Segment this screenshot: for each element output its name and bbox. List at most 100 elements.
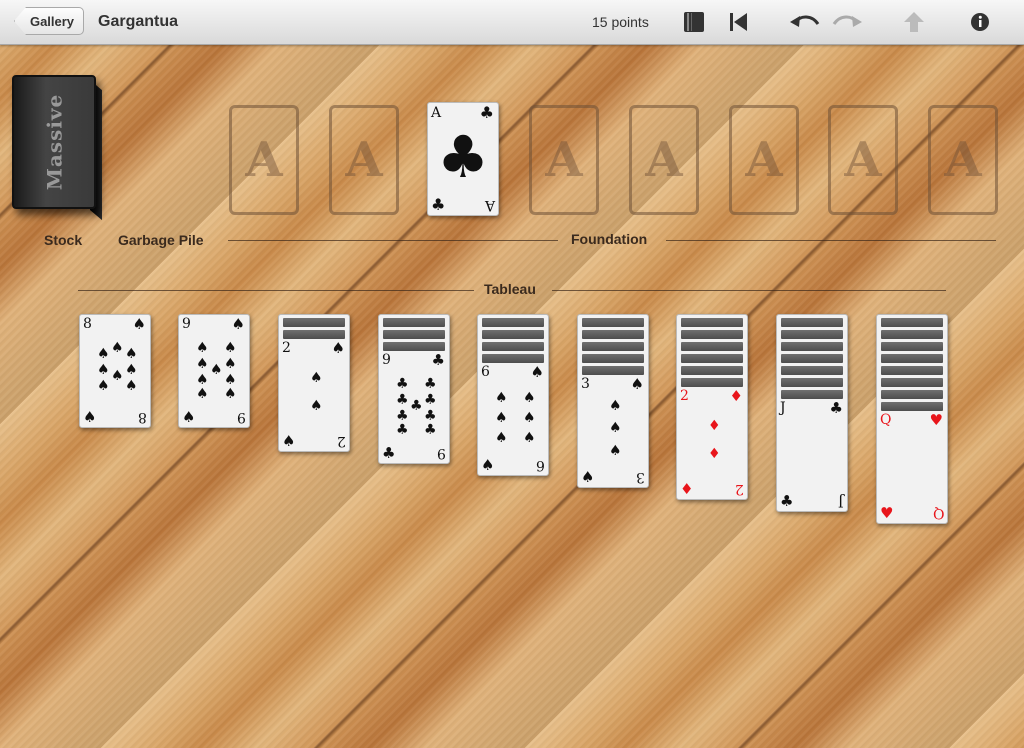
- tableau-card[interactable]: 3 ♠ ♠ 3 ♠ ♠ ♠: [577, 314, 649, 488]
- tableau-card[interactable]: 2 ♠ ♠ 2 ♠ ♠: [278, 314, 350, 452]
- up-arrow-icon[interactable]: [902, 10, 926, 34]
- card-suit: ♣: [431, 351, 445, 369]
- card-pip: ♠: [609, 398, 622, 414]
- foundation-slot[interactable]: A: [928, 105, 998, 215]
- tableau-card[interactable]: 2 ♦ ♦ 2 ♦ ♦: [676, 314, 748, 500]
- card-pip: ♦: [708, 418, 721, 434]
- undo-icon[interactable]: [788, 10, 820, 34]
- card-suit: ♠: [331, 339, 345, 357]
- card-pip: ♠: [196, 371, 209, 388]
- foundation-placeholder-letter: A: [944, 132, 982, 188]
- card-pip: ♠: [125, 362, 138, 378]
- card-pip: ♠: [523, 390, 536, 406]
- tableau-card[interactable]: 9 ♠ ♠ 9 ♠ ♠ ♠ ♠ ♠ ♠ ♠ ♠ ♠: [178, 314, 250, 428]
- card-suit: ♥: [929, 411, 943, 429]
- facedown-card: [383, 318, 445, 327]
- card-suit: ♠: [481, 456, 495, 474]
- card-rank: 6: [481, 364, 490, 380]
- card-pip: ♣: [396, 422, 409, 438]
- foundation-slot[interactable]: A: [629, 105, 699, 215]
- tableau-card[interactable]: 8 ♠ ♠ 8 ♠ ♠ ♠ ♠ ♠ ♠ ♠ ♠: [79, 314, 151, 428]
- facedown-card: [482, 354, 544, 363]
- skip-to-start-icon[interactable]: [727, 10, 751, 34]
- tableau-rule-left: [78, 290, 474, 291]
- facedown-card: [781, 330, 843, 339]
- book-icon[interactable]: [682, 10, 706, 34]
- card-suit: ♠: [132, 315, 146, 333]
- card-pip: ♠: [495, 410, 508, 426]
- tableau-card[interactable]: J ♣ ♣ J: [776, 314, 848, 512]
- card-pip: ♣: [410, 398, 423, 414]
- tableau-label: Tableau: [484, 281, 536, 297]
- facedown-card: [881, 318, 943, 327]
- facedown-card: [383, 330, 445, 339]
- facedown-card: [681, 366, 743, 375]
- foundation-rule-left: [228, 240, 558, 241]
- card-suit: ♠: [83, 408, 97, 426]
- card-pip: ♠: [97, 346, 110, 362]
- card-rank: A: [484, 197, 495, 213]
- facedown-card: [781, 366, 843, 375]
- card-pip: ♠: [196, 355, 209, 372]
- info-icon[interactable]: [968, 10, 992, 34]
- score-points: 15 points: [592, 14, 649, 30]
- card-pip: ♠: [224, 339, 237, 356]
- card-pip: ♠: [609, 420, 622, 437]
- redo-icon[interactable]: [832, 10, 864, 34]
- card-suit: ♦: [680, 480, 694, 498]
- foundation-slot[interactable]: A: [828, 105, 898, 215]
- card-suit: ♥: [880, 504, 894, 522]
- facedown-card: [482, 342, 544, 351]
- card-suit: ♠: [282, 432, 296, 450]
- tableau-card[interactable]: 6 ♠ ♠ 6 ♠ ♠ ♠ ♠ ♠ ♠: [477, 314, 549, 476]
- card-pip: ♣: [424, 407, 437, 424]
- card-rank: 3: [636, 469, 645, 485]
- card-pip: ♠: [495, 390, 508, 406]
- card-rank: 2: [680, 388, 689, 404]
- card-pip: ♠: [97, 362, 110, 378]
- foundation-placeholder-letter: A: [545, 132, 583, 188]
- tableau-card[interactable]: Q ♥ ♥ Q: [876, 314, 948, 524]
- card-pip: ♠: [495, 430, 508, 446]
- card-suit: ♣: [479, 103, 494, 122]
- stock-deck[interactable]: Massive: [12, 75, 96, 209]
- card-pip: ♠: [523, 430, 536, 446]
- foundation-slot[interactable]: A: [329, 105, 399, 215]
- card-rank: 9: [382, 352, 391, 368]
- card-rank: 2: [337, 433, 346, 449]
- card-suit: ♠: [530, 363, 544, 381]
- facedown-card: [681, 318, 743, 327]
- foundation-slot[interactable]: A: [729, 105, 799, 215]
- card-rank: J: [780, 400, 786, 416]
- foundation-slot[interactable]: A: [529, 105, 599, 215]
- gallery-back-button[interactable]: Gallery: [14, 7, 84, 35]
- foundation-top-card[interactable]: A ♣ ♣ ♣ A: [427, 102, 499, 216]
- facedown-card: [881, 354, 943, 363]
- facedown-card: [881, 342, 943, 351]
- facedown-card: [881, 402, 943, 411]
- card-rank: 6: [536, 457, 545, 473]
- card-rank: Q: [880, 412, 892, 428]
- card-pip: ♠: [224, 355, 237, 372]
- card-pip: ♠: [196, 386, 209, 402]
- card-suit: ♠: [630, 375, 644, 393]
- card-pip: ♠: [196, 339, 209, 356]
- top-toolbar: Gallery Gargantua 15 points: [0, 0, 1024, 45]
- card-pip: ♠: [125, 346, 138, 362]
- card-rank: 2: [282, 340, 291, 356]
- card-pip: ♠: [224, 386, 237, 402]
- facedown-card: [582, 342, 644, 351]
- tableau-rule-right: [552, 290, 946, 291]
- card-pip: ♦: [708, 446, 721, 462]
- card-pip: ♠: [310, 370, 323, 386]
- card-suit: ♣: [780, 492, 794, 510]
- card-rank: 9: [182, 316, 191, 332]
- foundation-placeholder-letter: A: [745, 132, 783, 188]
- tableau-card[interactable]: 9 ♣ ♣ 9 ♣ ♣ ♣ ♣ ♣ ♣ ♣ ♣ ♣: [378, 314, 450, 464]
- card-pip: ♠: [97, 378, 110, 394]
- foundation-placeholder-letter: A: [345, 132, 383, 188]
- card-pip: ♣: [424, 391, 437, 408]
- foundation-slot[interactable]: A: [229, 105, 299, 215]
- card-pip: ♠: [523, 410, 536, 426]
- card-pip: ♣: [396, 407, 409, 424]
